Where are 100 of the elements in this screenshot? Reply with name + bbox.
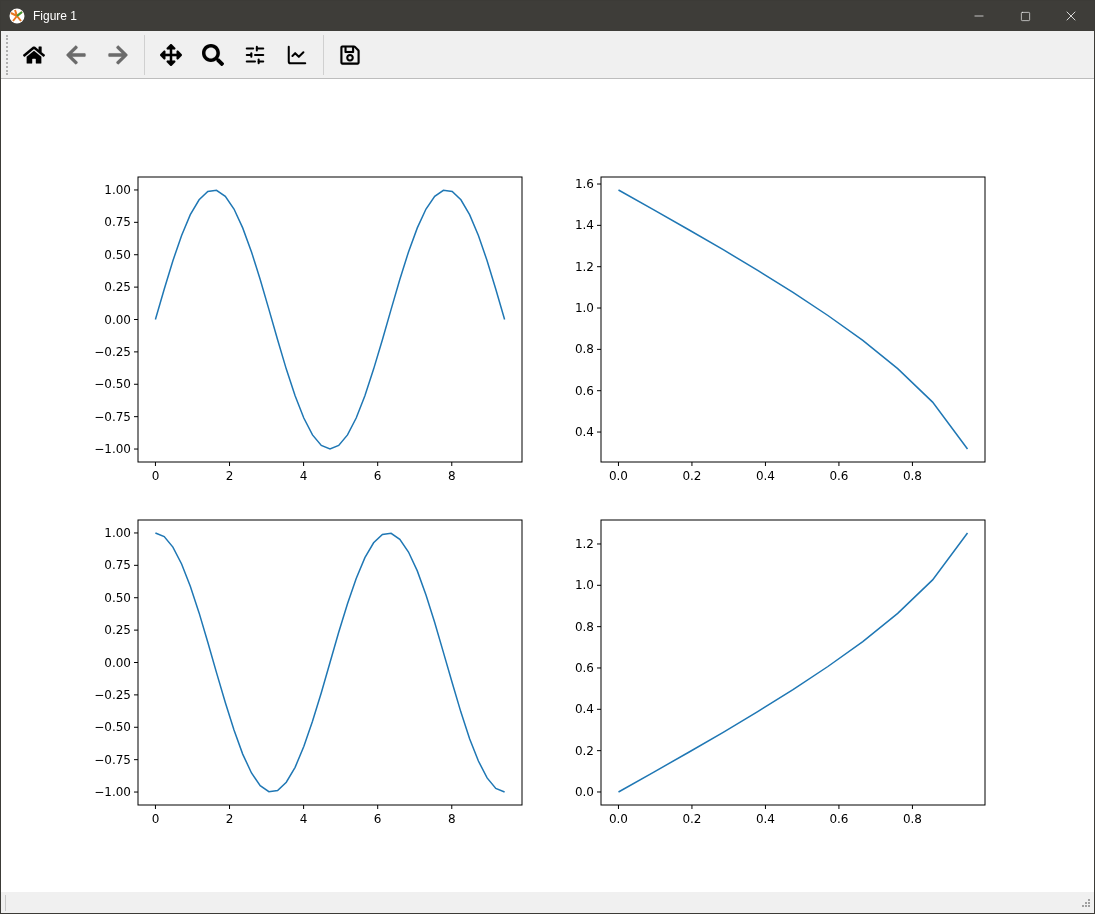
tick-mark <box>596 390 602 392</box>
tick-mark <box>838 804 840 810</box>
tick-mark <box>229 804 231 810</box>
tick-mark <box>154 461 156 467</box>
tick-label: 0.4 <box>755 469 775 483</box>
home-icon <box>23 43 45 66</box>
tick-mark <box>303 804 305 810</box>
tick-mark <box>303 461 305 467</box>
tick-mark <box>596 708 602 710</box>
window-title: Figure 1 <box>33 8 78 25</box>
tick-mark <box>133 286 139 288</box>
tick-label: 0.75 <box>104 215 131 230</box>
tick-mark <box>229 461 231 467</box>
tick-mark <box>133 448 139 450</box>
tick-mark <box>377 804 379 810</box>
tick-mark <box>596 626 602 628</box>
tick-label: 6 <box>373 469 382 483</box>
tick-mark <box>596 584 602 586</box>
sliders-icon <box>244 43 266 66</box>
tick-label: 0 <box>151 469 160 483</box>
tick-label: −0.25 <box>94 344 131 359</box>
tick-label: −0.75 <box>94 752 131 767</box>
save-icon <box>339 43 361 66</box>
tick-mark <box>133 319 139 320</box>
tick-label: 0.25 <box>104 623 131 638</box>
maximize-icon <box>1019 10 1031 22</box>
tick-mark <box>451 461 453 467</box>
tick-mark <box>133 416 139 418</box>
tick-mark <box>617 804 619 810</box>
tick-mark <box>451 804 453 810</box>
resize-grip-icon <box>1082 898 1090 907</box>
tick-label: 0.8 <box>902 812 922 826</box>
tick-mark <box>596 307 602 309</box>
tick-label: 0.4 <box>755 812 775 826</box>
tick-mark <box>154 804 156 810</box>
tick-label: 1.0 <box>574 301 594 316</box>
tick-label: 0.6 <box>574 661 594 675</box>
tick-label: 0.2 <box>574 743 594 758</box>
tick-label: 1.6 <box>574 177 594 192</box>
line-chart-icon <box>286 43 308 66</box>
tick-mark <box>617 461 619 467</box>
tick-label: 0.50 <box>104 590 131 605</box>
tick-label: −0.75 <box>94 409 131 424</box>
tick-label: 4 <box>299 469 308 483</box>
tick-label: 1.2 <box>574 259 594 274</box>
tick-label: 0 <box>151 812 160 826</box>
back-arrow-icon <box>65 43 87 66</box>
tick-label: 0.6 <box>829 469 849 483</box>
tick-label: 1.2 <box>574 536 594 551</box>
tick-mark <box>691 804 693 810</box>
tick-label: −1.00 <box>94 442 131 457</box>
tick-label: 0.25 <box>104 280 131 295</box>
tick-mark <box>596 791 602 793</box>
tick-label: 0.0 <box>608 812 628 826</box>
app-logo-icon <box>9 8 25 24</box>
tick-label: −0.50 <box>94 720 131 735</box>
tick-mark <box>596 224 602 226</box>
tick-mark <box>764 461 766 467</box>
tick-label: 0.6 <box>829 812 849 826</box>
tick-label: 6 <box>373 812 382 826</box>
tick-mark <box>133 383 139 385</box>
tick-mark <box>691 461 693 467</box>
tick-label: 2 <box>225 469 234 483</box>
tick-mark <box>133 532 139 534</box>
search-icon <box>202 43 224 66</box>
tick-mark <box>133 759 139 761</box>
tick-label: 8 <box>447 812 456 826</box>
tick-label: 0.00 <box>104 655 131 670</box>
tick-label: 0.2 <box>682 812 702 826</box>
tick-mark <box>133 629 139 631</box>
tick-label: 0.0 <box>608 469 628 483</box>
tick-mark <box>596 667 602 669</box>
tick-mark <box>133 254 139 256</box>
tick-label: 0.2 <box>682 469 702 483</box>
tick-mark <box>911 461 913 467</box>
tick-mark <box>377 461 379 467</box>
tick-mark <box>596 266 602 268</box>
tick-mark <box>764 804 766 810</box>
tick-mark <box>596 431 602 433</box>
tick-label: −0.25 <box>94 687 131 702</box>
tick-label: 0.00 <box>104 312 131 327</box>
tick-label: 1.0 <box>574 578 594 593</box>
tick-mark <box>596 183 602 185</box>
tick-label: 4 <box>299 812 308 826</box>
tick-mark <box>133 662 139 663</box>
tick-label: 1.00 <box>104 182 131 197</box>
tick-mark <box>133 351 139 353</box>
tick-mark <box>133 694 139 696</box>
tick-label: 0.8 <box>574 342 594 357</box>
forward-arrow-icon <box>107 43 129 66</box>
tick-label: 0.50 <box>104 247 131 262</box>
tick-mark <box>596 543 602 545</box>
tick-mark <box>133 791 139 793</box>
tick-mark <box>838 461 840 467</box>
tick-label: 0.0 <box>574 785 594 799</box>
tick-mark <box>133 221 139 223</box>
tick-mark <box>133 726 139 728</box>
tick-mark <box>596 750 602 752</box>
tick-label: 0.8 <box>902 469 922 483</box>
tick-label: −1.00 <box>94 785 131 800</box>
